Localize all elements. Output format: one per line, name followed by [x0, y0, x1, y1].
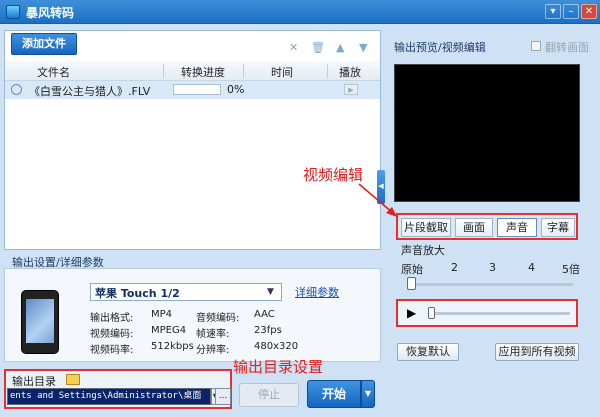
col-divider — [163, 64, 164, 78]
folder-icon[interactable] — [66, 374, 80, 385]
edit-tabs: 片段截取 画面 声音 字幕 — [396, 213, 578, 240]
device-select[interactable]: 苹果 Touch 1/2 ▼ — [90, 283, 282, 301]
param-label: 视频编码: — [90, 329, 134, 340]
tab-clip[interactable]: 片段截取 — [401, 218, 451, 237]
tab-sound[interactable]: 声音 — [497, 218, 537, 237]
param-label: 帧速率: — [196, 329, 230, 340]
volume-slider-track[interactable] — [409, 283, 573, 286]
scale-label: 2 — [451, 261, 458, 274]
annotation-arrow — [358, 183, 397, 217]
device-screen — [26, 299, 54, 343]
scale-label: 4 — [528, 261, 535, 274]
title-bar — [0, 0, 600, 24]
param-value: 512kbps — [151, 341, 194, 352]
start-options-button[interactable]: ▼ — [361, 380, 375, 408]
param-value: MPEG4 — [151, 325, 187, 336]
detail-params-link[interactable]: 详细参数 — [295, 284, 339, 300]
annotation-video-edit: 视频编辑 — [303, 166, 364, 184]
file-list-panel: 添加文件 ✕ 🗑 ▲ ▼ 文件名 转换进度 时间 播放 《白雪公主与猎人》.FL… — [4, 30, 381, 250]
video-preview — [394, 64, 580, 202]
flip-checkbox[interactable] — [531, 41, 541, 51]
col-divider — [327, 64, 328, 78]
progress-bar — [173, 84, 221, 95]
output-dir-input[interactable]: ents and Settings\Administrator\桌面 — [7, 388, 211, 405]
col-filename[interactable]: 文件名 — [37, 64, 70, 80]
add-file-button[interactable]: 添加文件 — [11, 33, 77, 55]
col-time[interactable]: 时间 — [271, 64, 293, 80]
start-button[interactable]: 开始 — [307, 380, 361, 408]
move-down-icon[interactable]: ▼ — [359, 41, 367, 54]
annotation-output-dir: 输出目录设置 — [233, 358, 324, 376]
app-logo-icon — [6, 5, 20, 19]
file-name: 《白雪公主与猎人》.FLV — [29, 85, 151, 98]
param-label: 视频码率: — [90, 345, 134, 356]
param-value: MP4 — [151, 309, 173, 320]
delete-icon[interactable]: ✕ — [289, 41, 298, 54]
preview-title: 输出预览/视频编辑 — [394, 41, 486, 54]
table-header: 文件名 转换进度 时间 播放 — [5, 61, 380, 81]
device-image — [21, 290, 59, 354]
volume-slider-thumb[interactable] — [407, 277, 416, 290]
flip-label: 翻转画面 — [545, 41, 589, 54]
playback-box: ▶ — [396, 299, 578, 327]
output-dir-box: 输出目录 ents and Settings\Administrator\桌面 … — [4, 369, 232, 409]
tab-picture[interactable]: 画面 — [455, 218, 493, 237]
apply-all-button[interactable]: 应用到所有视频 — [495, 343, 579, 361]
clock-icon — [11, 84, 22, 95]
param-value: 480x320 — [254, 341, 299, 352]
playback-slider-track[interactable] — [430, 312, 570, 315]
minimize-button[interactable]: – — [563, 4, 579, 19]
play-file-button[interactable]: ▶ — [344, 84, 358, 95]
param-value: 23fps — [254, 325, 282, 336]
trash-icon[interactable]: 🗑 — [311, 41, 325, 54]
playback-slider-thumb[interactable] — [428, 307, 435, 319]
device-select-value: 苹果 Touch 1/2 — [95, 287, 180, 300]
browse-button[interactable]: ... — [215, 388, 231, 405]
col-play[interactable]: 播放 — [339, 64, 361, 80]
tab-subtitle[interactable]: 字幕 — [541, 218, 575, 237]
table-row[interactable]: 《白雪公主与猎人》.FLV 0% ▶ — [5, 81, 380, 99]
scale-label: 5倍 — [562, 263, 580, 276]
scale-label: 原始 — [401, 263, 423, 276]
scale-label: 3 — [489, 261, 496, 274]
param-label: 分辨率: — [196, 345, 230, 356]
progress-percent: 0% — [227, 83, 245, 96]
param-value: AAC — [254, 309, 275, 320]
chevron-down-icon: ▼ — [267, 287, 274, 297]
window-title: 暴风转码 — [26, 6, 75, 20]
param-label: 输出格式: — [90, 313, 134, 324]
play-icon[interactable]: ▶ — [407, 306, 416, 320]
close-button[interactable]: ✕ — [581, 4, 597, 19]
col-progress[interactable]: 转换进度 — [181, 64, 225, 80]
volume-title: 声音放大 — [401, 244, 445, 257]
stop-button[interactable]: 停止 — [239, 383, 299, 407]
menu-button[interactable]: ▾ — [545, 4, 561, 19]
move-up-icon[interactable]: ▲ — [336, 41, 344, 54]
output-dir-label: 输出目录 — [12, 375, 56, 388]
settings-panel: 苹果 Touch 1/2 ▼ 详细参数 输出格式: MP4 音频编码: AAC … — [4, 268, 381, 362]
param-label: 音频编码: — [196, 313, 240, 324]
reset-default-button[interactable]: 恢复默认 — [397, 343, 459, 361]
col-divider — [243, 64, 244, 78]
